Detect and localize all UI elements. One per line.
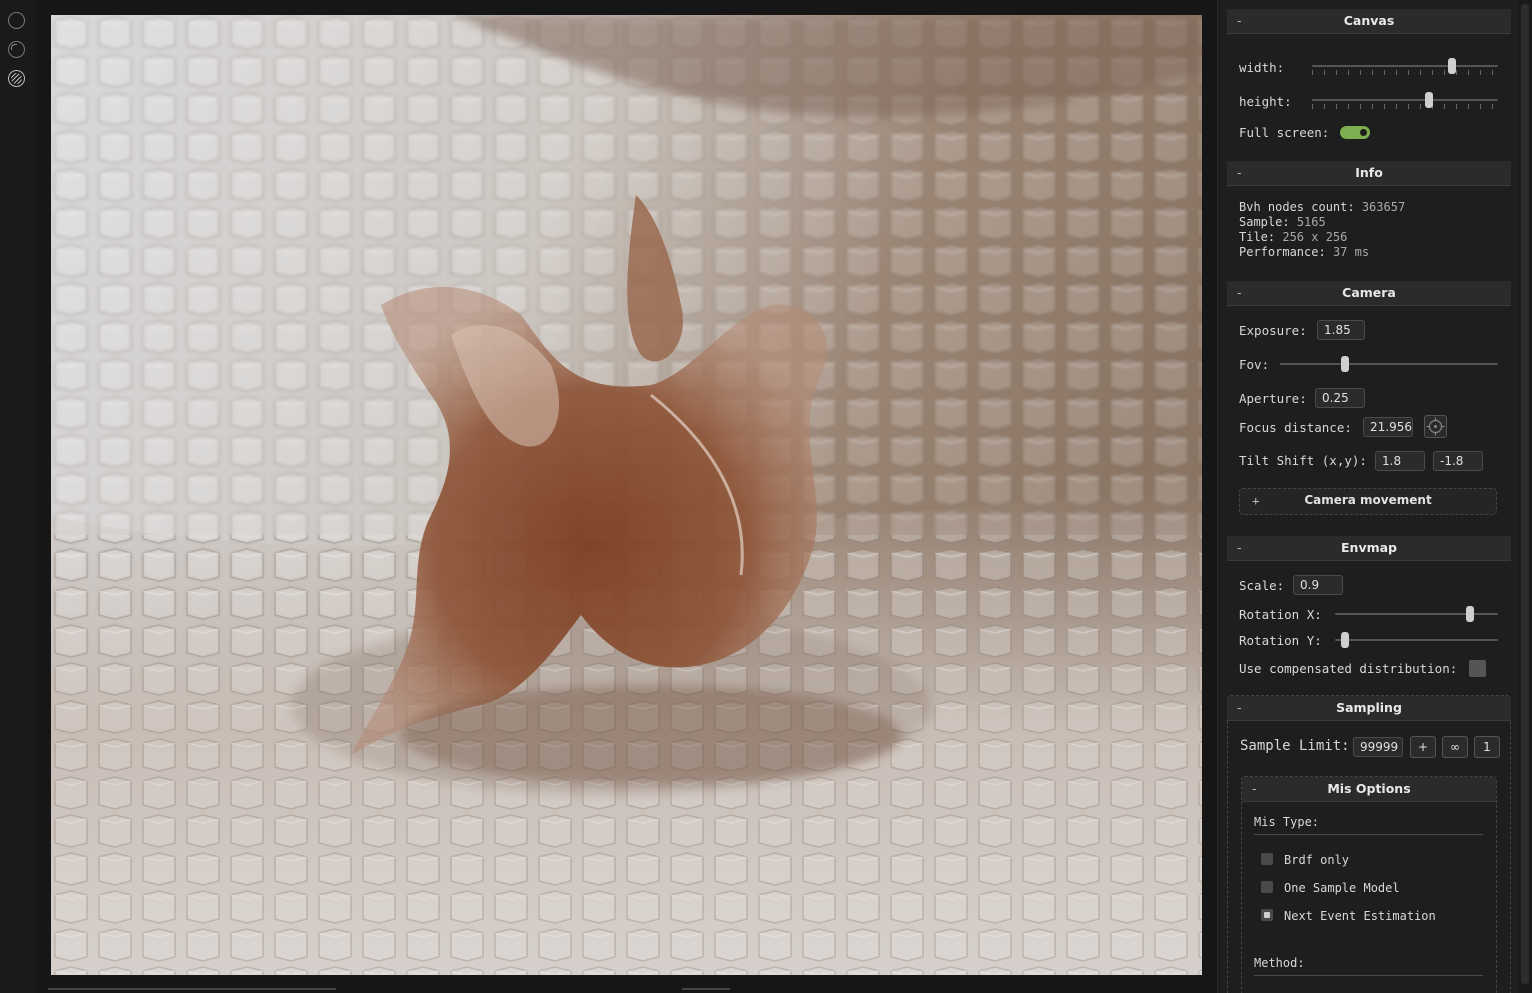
height-label: height: — [1239, 94, 1292, 109]
sample-label: Sample: — [1239, 215, 1290, 229]
section-canvas-header[interactable]: - Canvas — [1227, 9, 1511, 34]
crosshair-icon — [1426, 417, 1445, 436]
section-title: Envmap — [1341, 540, 1397, 555]
width-label: width: — [1239, 60, 1285, 75]
render-mode-icon[interactable] — [8, 70, 25, 87]
perf-value: 37 ms — [1332, 245, 1370, 259]
focus-label: Focus distance: — [1239, 420, 1352, 435]
tile-value: 256 x 256 — [1282, 230, 1348, 244]
height-slider[interactable] — [1312, 92, 1498, 109]
collapse-toggle[interactable]: - — [1237, 281, 1242, 305]
collapse-toggle[interactable]: - — [1237, 9, 1242, 33]
render-image — [51, 15, 1202, 975]
section-title: Camera — [1342, 285, 1396, 300]
mis-option-brdf-label[interactable]: Brdf only — [1284, 853, 1349, 867]
increment-button[interactable]: + — [1410, 736, 1436, 758]
section-title: Canvas — [1343, 13, 1395, 28]
compensated-checkbox[interactable] — [1469, 660, 1486, 677]
rotation-y-slider[interactable] — [1335, 632, 1498, 648]
fov-label: Fov: — [1239, 357, 1270, 372]
info-block: Bvh nodes count: 363657 Sample: 5165 Til… — [1239, 200, 1405, 260]
render-viewport[interactable] — [51, 15, 1202, 975]
slider-thumb[interactable] — [1340, 632, 1349, 648]
rotation-x-label: Rotation X: — [1239, 607, 1322, 622]
sample-limit-input[interactable]: 99999 — [1353, 737, 1403, 757]
mis-option-one-sample-radio[interactable] — [1261, 881, 1273, 893]
mis-type-label: Mis Type: — [1254, 815, 1320, 829]
panel-scrollbar-thumb[interactable] — [1521, 4, 1529, 984]
left-toolbar — [0, 0, 36, 993]
divider — [1254, 975, 1483, 976]
sample-value: 5165 — [1296, 215, 1326, 229]
mis-option-brdf-radio[interactable] — [1261, 853, 1273, 865]
tile-label: Tile: — [1239, 230, 1276, 244]
mis-options-header[interactable]: - Mis Options — [1242, 777, 1496, 802]
camera-movement-title: Camera movement — [1304, 493, 1432, 507]
mis-option-nee-label[interactable]: Next Event Estimation — [1284, 909, 1436, 923]
collapse-toggle[interactable]: - — [1237, 536, 1242, 560]
camera-movement-header[interactable]: + Camera movement — [1239, 488, 1497, 515]
section-sampling-header[interactable]: - Sampling — [1227, 696, 1511, 721]
tilt-label: Tilt Shift (x,y): — [1239, 453, 1367, 468]
scale-input[interactable]: 0.9 — [1293, 575, 1343, 595]
slider-thumb[interactable] — [1425, 92, 1434, 108]
focus-picker-button[interactable] — [1424, 415, 1447, 438]
aperture-input[interactable]: 0.25 — [1315, 388, 1365, 408]
fov-slider[interactable] — [1280, 356, 1498, 372]
sample-limit-label: Sample Limit: — [1240, 738, 1350, 754]
section-title: Info — [1355, 165, 1383, 180]
reset-one-button[interactable]: 1 — [1474, 736, 1500, 758]
scale-label: Scale: — [1239, 578, 1285, 593]
tilt-y-input[interactable]: -1.8 — [1433, 451, 1483, 471]
divider — [1254, 834, 1483, 835]
focus-input[interactable]: 21.956 — [1363, 417, 1413, 437]
width-slider[interactable] — [1312, 58, 1498, 75]
slider-thumb[interactable] — [1341, 356, 1350, 372]
infinite-button[interactable]: ∞ — [1442, 736, 1468, 758]
mis-option-one-sample-label[interactable]: One Sample Model — [1284, 881, 1400, 895]
rotation-x-slider[interactable] — [1335, 606, 1498, 622]
exposure-label: Exposure: — [1239, 323, 1307, 338]
aperture-label: Aperture: — [1239, 391, 1307, 406]
collapse-toggle[interactable]: - — [1237, 696, 1242, 720]
section-camera-header[interactable]: - Camera — [1227, 281, 1511, 306]
circle-icon[interactable] — [8, 12, 25, 29]
timeline-strip — [48, 988, 336, 990]
method-label: Method: — [1254, 956, 1305, 970]
section-info-header[interactable]: - Info — [1227, 161, 1511, 186]
section-envmap-header[interactable]: - Envmap — [1227, 536, 1511, 561]
section-title: Sampling — [1336, 700, 1402, 715]
slider-thumb[interactable] — [1466, 606, 1475, 622]
section-title: Mis Options — [1327, 781, 1411, 796]
circle-half-icon[interactable] — [8, 41, 25, 58]
perf-label: Performance: — [1239, 245, 1326, 259]
fullscreen-toggle[interactable] — [1340, 126, 1370, 139]
tilt-x-input[interactable]: 1.8 — [1375, 451, 1425, 471]
exposure-input[interactable]: 1.85 — [1317, 320, 1365, 340]
settings-panel: - Canvas width: height: Full screen: - I… — [1217, 0, 1520, 993]
rotation-y-label: Rotation Y: — [1239, 633, 1322, 648]
mis-option-nee-radio[interactable] — [1261, 909, 1273, 921]
fullscreen-label: Full screen: — [1239, 125, 1330, 140]
bvh-label: Bvh nodes count: — [1239, 200, 1355, 214]
collapse-toggle[interactable]: - — [1252, 777, 1257, 801]
bvh-value: 363657 — [1361, 200, 1406, 214]
slider-thumb[interactable] — [1447, 58, 1456, 74]
collapse-toggle[interactable]: - — [1237, 161, 1242, 185]
timeline-strip — [682, 988, 730, 990]
compensated-label: Use compensated distribution: — [1239, 661, 1458, 676]
